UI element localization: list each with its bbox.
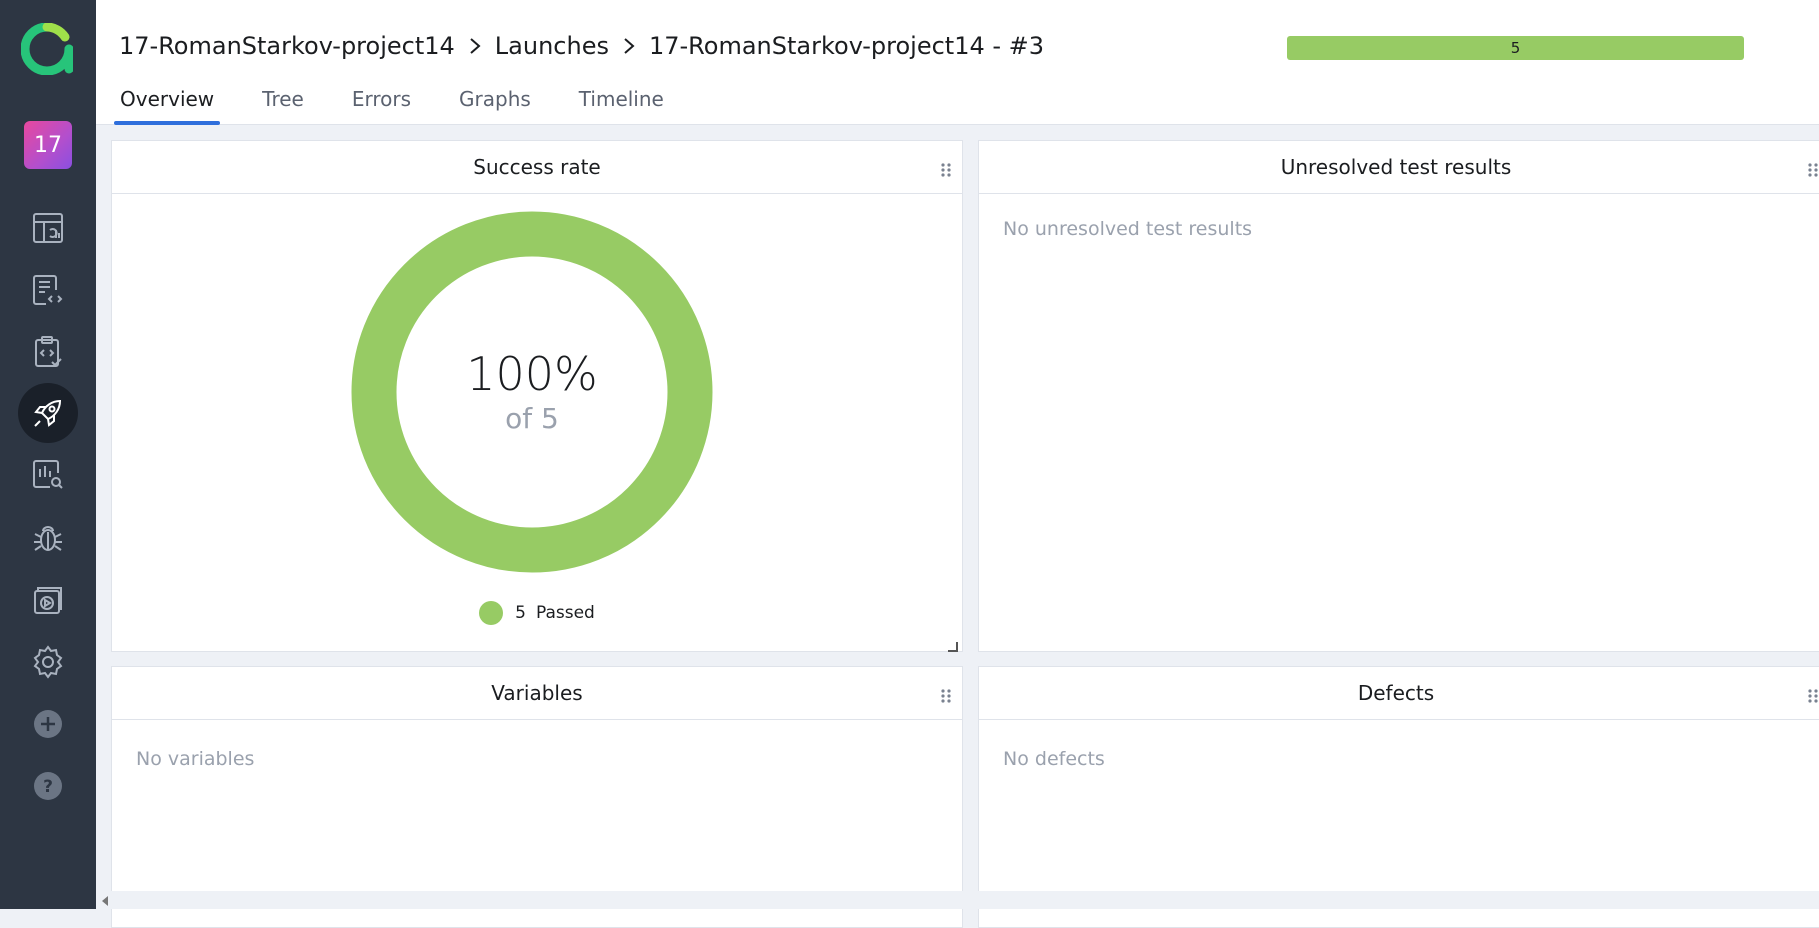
tab-timeline[interactable]: Timeline (573, 78, 670, 124)
jobs-icon[interactable] (18, 570, 78, 630)
legend-label: Passed (535, 603, 595, 623)
success-total: of 5 (505, 402, 559, 435)
tab-overview[interactable]: Overview (114, 78, 221, 125)
widget-title: Defects (1357, 681, 1435, 705)
svg-text:?: ? (43, 777, 53, 797)
test-plans-icon[interactable] (18, 322, 78, 382)
passed-legend-dot (479, 601, 504, 625)
chevron-right-icon (469, 37, 481, 55)
breadcrumb-launches[interactable]: Launches (495, 32, 609, 60)
tab-errors[interactable]: Errors (346, 78, 417, 124)
page-header: 17-RomanStarkov-project14 Launches 17-Ro… (96, 0, 1819, 125)
widget-title: Variables (491, 681, 583, 705)
empty-message: No defects (1003, 748, 1105, 770)
allure-logo[interactable] (20, 22, 74, 76)
tab-tree[interactable]: Tree (256, 78, 310, 124)
analytics-icon[interactable] (18, 445, 78, 505)
add-icon[interactable] (18, 694, 78, 754)
dashboard-icon[interactable] (18, 198, 78, 258)
variables-widget: Variables No variables (111, 666, 963, 928)
scroll-left-icon[interactable] (102, 896, 108, 906)
drag-handle-icon[interactable] (1807, 685, 1819, 703)
project-badge[interactable]: 17 (24, 121, 72, 169)
widget-title: Success rate (473, 155, 601, 179)
widget-header: Success rate (112, 141, 962, 194)
legend-count: 5 (515, 603, 526, 623)
launch-tabs: Overview Tree Errors Graphs Timeline (114, 78, 706, 125)
defects-widget: Defects No defects (978, 666, 1819, 928)
defects-bug-icon[interactable] (18, 508, 78, 568)
success-rate-widget: Success rate 100% of 5 5 Passed (111, 140, 963, 652)
breadcrumb: 17-RomanStarkov-project14 Launches 17-Ro… (119, 32, 1044, 60)
progress-count: 5 (1510, 39, 1521, 57)
empty-message: No variables (136, 748, 255, 770)
donut-legend: 5 Passed (112, 601, 962, 625)
help-icon[interactable]: ? (18, 756, 78, 816)
drag-handle-icon[interactable] (940, 159, 952, 177)
chevron-right-icon (623, 37, 635, 55)
widget-header: Unresolved test results (979, 141, 1819, 194)
donut-center: 100% of 5 (349, 209, 715, 575)
launches-rocket-icon[interactable] (18, 383, 78, 443)
settings-gear-icon[interactable] (18, 632, 78, 692)
drag-handle-icon[interactable] (1807, 159, 1819, 177)
success-percent: 100% (466, 347, 598, 401)
widget-header: Defects (979, 667, 1819, 720)
empty-message: No unresolved test results (1003, 218, 1253, 240)
test-cases-icon[interactable] (18, 260, 78, 320)
resize-handle-icon[interactable] (948, 637, 958, 652)
drag-handle-icon[interactable] (940, 685, 952, 703)
breadcrumb-launch-title: 17-RomanStarkov-project14 - #3 (648, 32, 1045, 60)
widget-title: Unresolved test results (1280, 155, 1512, 179)
success-donut-chart: 100% of 5 (349, 209, 715, 575)
horizontal-scrollbar[interactable] (96, 891, 1819, 909)
tab-graphs[interactable]: Graphs (453, 78, 537, 124)
launch-progress-bar: 5 (1287, 36, 1744, 60)
unresolved-results-widget: Unresolved test results No unresolved te… (978, 140, 1819, 652)
sidebar: 17 ? (0, 0, 96, 909)
breadcrumb-project[interactable]: 17-RomanStarkov-project14 (119, 32, 455, 60)
widget-header: Variables (112, 667, 962, 720)
